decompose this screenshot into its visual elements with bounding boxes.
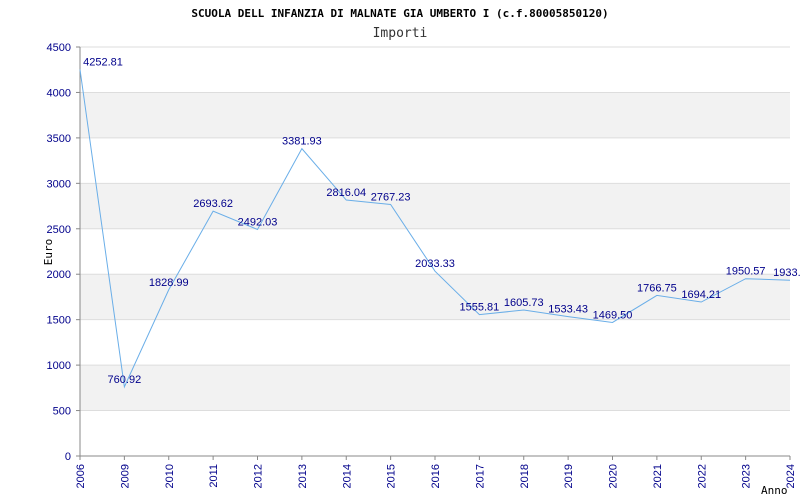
data-label: 1605.73	[504, 297, 544, 309]
data-label: 4252.81	[83, 56, 123, 68]
x-tick-label: 2014	[341, 464, 353, 488]
plot-bands	[80, 92, 790, 411]
data-label: 1469.50	[593, 309, 633, 321]
chart-title: SCUOLA DELL INFANZIA DI MALNATE GIA UMBE…	[191, 7, 608, 20]
y-tick-label: 2500	[47, 224, 71, 236]
data-label: 3381.93	[282, 136, 322, 148]
x-tick-label: 2012	[253, 464, 265, 488]
data-label: 2693.62	[193, 198, 233, 210]
plot-band	[80, 183, 790, 229]
x-tick-label: 2022	[696, 464, 708, 488]
x-tick-label: 2017	[474, 464, 486, 488]
x-tick-label: 2015	[386, 464, 398, 488]
x-tick-label: 2011	[208, 464, 220, 488]
data-label: 1766.75	[637, 282, 677, 294]
y-tick-label: 2000	[47, 269, 71, 281]
data-label: 1950.57	[726, 266, 766, 278]
y-tick-label: 1000	[47, 360, 71, 372]
line-chart: SCUOLA DELL INFANZIA DI MALNATE GIA UMBE…	[42, 7, 800, 497]
data-label: 2767.23	[371, 191, 411, 203]
x-tick-label: 2010	[164, 464, 176, 488]
y-axis-title: Euro	[42, 239, 55, 266]
x-tick-label: 2016	[430, 464, 442, 488]
x-tick-label: 2006	[75, 464, 87, 488]
y-tick-label: 3000	[47, 178, 71, 190]
x-tick-label: 2009	[119, 464, 131, 488]
data-label: 1533.43	[548, 304, 588, 316]
y-tick-label: 500	[53, 406, 71, 418]
y-tick-label: 3500	[47, 133, 71, 145]
y-tick-label: 1500	[47, 315, 71, 327]
data-label: 1933.9	[773, 267, 800, 279]
plot-band	[80, 92, 790, 138]
x-tick-label: 2018	[519, 464, 531, 488]
data-label: 1555.81	[459, 302, 499, 314]
y-tick-label: 4000	[47, 87, 71, 99]
chart-subtitle: Importi	[373, 26, 428, 41]
data-label: 2492.03	[238, 217, 278, 229]
data-label: 1694.21	[681, 289, 721, 301]
x-tick-label: 2023	[741, 464, 753, 488]
x-tick-labels: 2006 2009 2010 2011 2012 2013 2014 2015 2016 2017…	[75, 464, 797, 488]
x-tick-label: 2020	[608, 464, 620, 488]
y-tick-label: 0	[65, 451, 71, 463]
data-label: 1828.99	[149, 277, 189, 289]
x-axis-title: Anno	[761, 484, 788, 497]
x-tick-label: 2019	[563, 464, 575, 488]
x-tick-label: 2013	[297, 464, 309, 488]
data-label: 2033.33	[415, 258, 455, 270]
x-tick-label: 2021	[652, 464, 664, 488]
y-tick-label: 4500	[47, 42, 71, 54]
data-label: 760.92	[108, 374, 142, 386]
data-label: 2816.04	[326, 187, 366, 199]
plot-band	[80, 365, 790, 411]
